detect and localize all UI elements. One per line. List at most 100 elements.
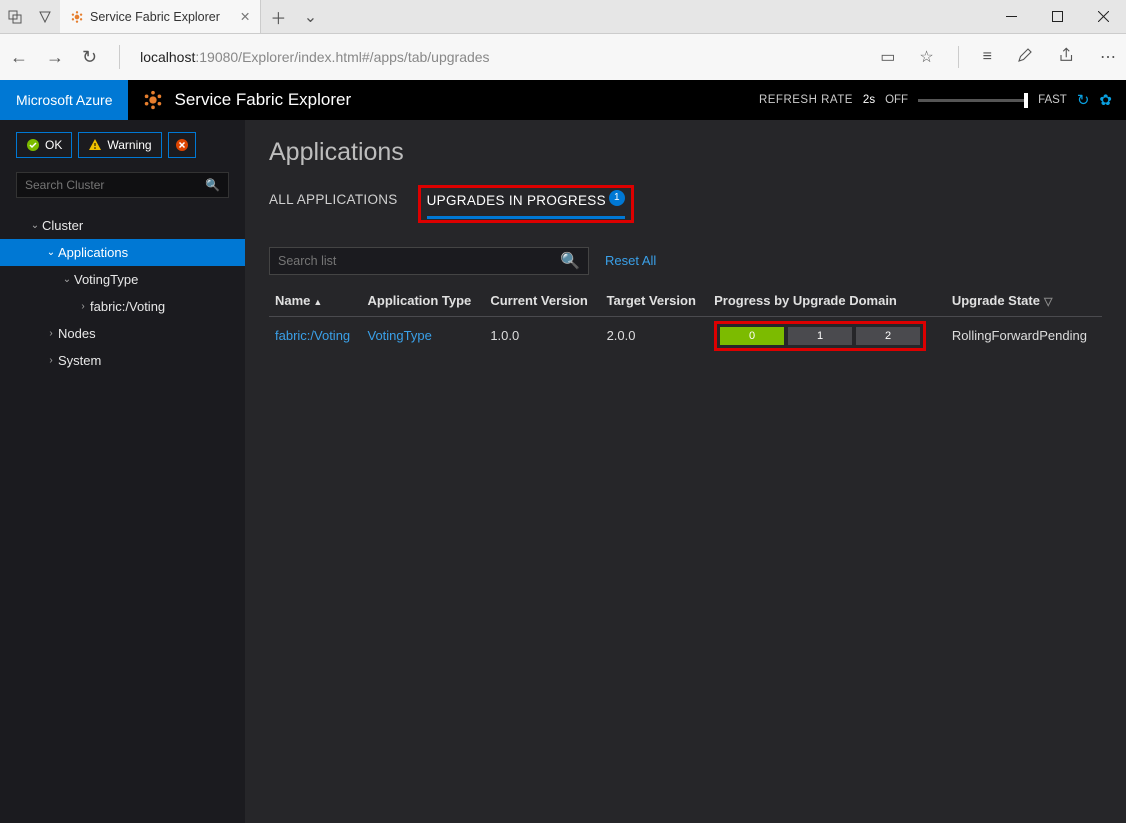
main-layout: OK Warning 🔍 ⌄Cluster ⌄Applications ⌄Vot… <box>0 120 1126 823</box>
list-search[interactable]: 🔍 <box>269 247 589 275</box>
app-name-link[interactable]: fabric:/Voting <box>275 328 350 343</box>
upgrade-domain-2: 2 <box>856 327 920 345</box>
table-row: fabric:/Voting VotingType 1.0.0 2.0.0 0 … <box>269 316 1102 355</box>
upgrade-domain-0: 0 <box>720 327 784 345</box>
upgrade-domain-1: 1 <box>788 327 852 345</box>
azure-brand[interactable]: Microsoft Azure <box>0 80 128 120</box>
cell-upgrade-state: RollingForwardPending <box>946 316 1102 355</box>
tab-upgrades-in-progress[interactable]: UPGRADES IN PROGRESS1 <box>427 193 625 219</box>
cell-target-version: 2.0.0 <box>601 316 709 355</box>
refresh-rate-value: 2s <box>863 94 875 106</box>
tab-pin-icon[interactable] <box>30 0 60 34</box>
tab-bar: ALL APPLICATIONS UPGRADES IN PROGRESS1 <box>269 185 1102 223</box>
chevron-down-icon: ⌄ <box>60 274 74 285</box>
chevron-down-icon: ⌄ <box>28 220 42 231</box>
status-error-button[interactable] <box>168 132 196 158</box>
sort-asc-icon: ▲ <box>313 297 322 307</box>
window-close-icon[interactable] <box>1080 0 1126 34</box>
tab-badge: 1 <box>609 190 625 206</box>
upgrades-table: Name▲ Application Type Current Version T… <box>269 285 1102 355</box>
status-warning-button[interactable]: Warning <box>78 132 161 158</box>
app-header: Microsoft Azure Service Fabric Explorer … <box>0 80 1126 120</box>
hub-icon[interactable]: ≡ <box>983 48 992 66</box>
app-type-link[interactable]: VotingType <box>367 328 431 343</box>
refresh-button[interactable]: ↻ <box>82 47 97 68</box>
refresh-rate-label: REFRESH RATE <box>759 94 853 106</box>
highlight-box-tab: UPGRADES IN PROGRESS1 <box>418 185 634 223</box>
browser-chrome: Service Fabric Explorer ✕ ＋ ⌄ ← → ↻ loca… <box>0 0 1126 80</box>
browser-tab-row: Service Fabric Explorer ✕ ＋ ⌄ <box>0 0 1126 34</box>
tab-chevron-icon[interactable]: ⌄ <box>295 7 325 27</box>
check-circle-icon <box>26 138 40 152</box>
refresh-now-icon[interactable]: ↻ <box>1077 91 1090 109</box>
chevron-right-icon: › <box>76 301 90 312</box>
back-button[interactable]: ← <box>10 47 28 68</box>
url-host: localhost <box>140 49 195 65</box>
sidebar-item-system[interactable]: ›System <box>0 347 245 374</box>
notes-icon[interactable] <box>1016 46 1034 69</box>
favorite-icon[interactable]: ☆ <box>919 47 933 67</box>
sidebar-search-input[interactable] <box>25 178 205 192</box>
content-pane: Applications ALL APPLICATIONS UPGRADES I… <box>245 120 1126 823</box>
list-search-input[interactable] <box>278 254 560 268</box>
refresh-fast-label: FAST <box>1038 94 1067 106</box>
sidebar: OK Warning 🔍 ⌄Cluster ⌄Applications ⌄Vot… <box>0 120 245 823</box>
search-icon: 🔍 <box>560 251 580 271</box>
sidebar-item-votingtype[interactable]: ⌄VotingType <box>0 266 245 293</box>
tab-close-icon[interactable]: ✕ <box>240 9 250 24</box>
browser-tab-title: Service Fabric Explorer <box>90 10 220 24</box>
forward-button[interactable]: → <box>46 47 64 68</box>
window-maximize-icon[interactable] <box>1034 0 1080 34</box>
browser-tab-active[interactable]: Service Fabric Explorer ✕ <box>60 0 261 33</box>
app-logo-icon <box>142 89 164 111</box>
sidebar-item-voting-app[interactable]: ›fabric:/Voting <box>0 293 245 320</box>
window-minimize-icon[interactable] <box>988 0 1034 34</box>
col-target-version[interactable]: Target Version <box>601 285 709 317</box>
sidebar-item-label: VotingType <box>74 272 138 287</box>
tab-label: UPGRADES IN PROGRESS <box>427 193 606 208</box>
cell-current-version: 1.0.0 <box>484 316 600 355</box>
col-current-version[interactable]: Current Version <box>484 285 600 317</box>
search-icon: 🔍 <box>205 178 220 192</box>
app-title: Service Fabric Explorer <box>128 89 365 111</box>
sidebar-tree: ⌄Cluster ⌄Applications ⌄VotingType ›fabr… <box>0 206 245 380</box>
app-title-text: Service Fabric Explorer <box>174 90 351 110</box>
url-path: :19080/Explorer/index.html#/apps/tab/upg… <box>195 49 489 65</box>
warning-triangle-icon <box>88 138 102 152</box>
browser-address-row: ← → ↻ localhost:19080/Explorer/index.htm… <box>0 34 1126 80</box>
reset-all-link[interactable]: Reset All <box>605 253 656 268</box>
sidebar-item-cluster[interactable]: ⌄Cluster <box>0 212 245 239</box>
sidebar-item-applications[interactable]: ⌄Applications <box>0 239 245 266</box>
reading-view-icon[interactable]: ▭ <box>880 47 895 67</box>
sidebar-item-nodes[interactable]: ›Nodes <box>0 320 245 347</box>
page-title: Applications <box>269 138 1102 167</box>
chevron-down-icon: ⌄ <box>44 247 58 258</box>
address-bar[interactable]: localhost:19080/Explorer/index.html#/app… <box>134 49 880 65</box>
tab-group-icon[interactable] <box>0 0 30 34</box>
chevron-right-icon: › <box>44 355 58 366</box>
sidebar-item-label: fabric:/Voting <box>90 299 165 314</box>
status-ok-button[interactable]: OK <box>16 132 72 158</box>
upgrade-domain-progress: 0 1 2 <box>720 327 920 345</box>
col-progress[interactable]: Progress by Upgrade Domain <box>708 285 946 317</box>
sidebar-item-label: Applications <box>58 245 128 260</box>
more-icon[interactable]: ⋯ <box>1100 47 1116 67</box>
refresh-rate-slider[interactable] <box>918 99 1028 102</box>
app-favicon <box>70 10 84 24</box>
settings-icon[interactable]: ✿ <box>1099 91 1112 109</box>
tab-all-applications[interactable]: ALL APPLICATIONS <box>269 192 398 215</box>
sidebar-item-label: System <box>58 353 101 368</box>
col-app-type[interactable]: Application Type <box>361 285 484 317</box>
filter-icon[interactable]: ▽ <box>1044 296 1052 308</box>
chevron-right-icon: › <box>44 328 58 339</box>
highlight-box-progress: 0 1 2 <box>714 321 926 351</box>
new-tab-button[interactable]: ＋ <box>261 5 295 29</box>
col-upgrade-state[interactable]: Upgrade State▽ <box>946 285 1102 317</box>
refresh-off-label: OFF <box>885 94 908 106</box>
col-name[interactable]: Name▲ <box>269 285 361 317</box>
share-icon[interactable] <box>1058 46 1076 69</box>
sidebar-item-label: Cluster <box>42 218 83 233</box>
sidebar-item-label: Nodes <box>58 326 96 341</box>
error-circle-icon <box>175 138 189 152</box>
sidebar-search[interactable]: 🔍 <box>16 172 229 198</box>
